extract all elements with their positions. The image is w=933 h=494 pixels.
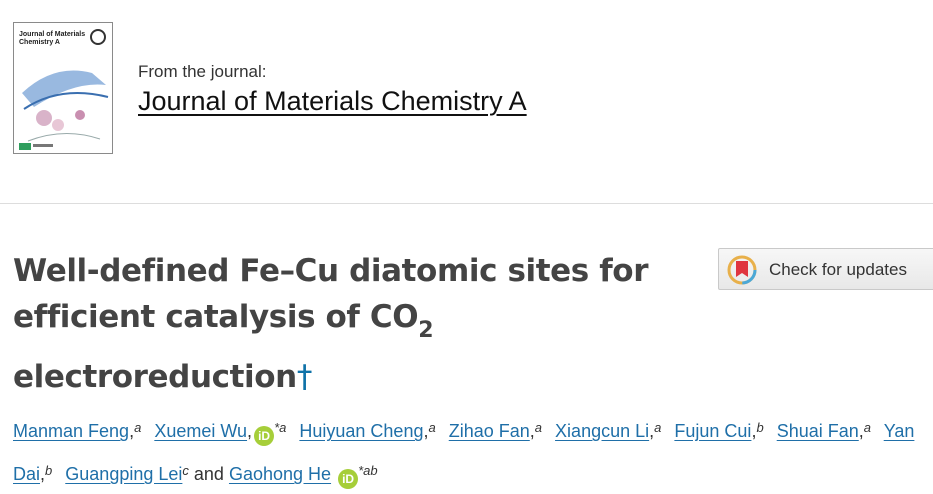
title-line-1: Well-defined Fe–Cu diatomic sites for <box>13 253 649 289</box>
author-link[interactable]: Manman Feng <box>13 421 129 441</box>
title-subscript: 2 <box>418 318 434 343</box>
affiliation-marker: a <box>654 420 662 435</box>
orcid-icon[interactable]: iD <box>338 469 359 489</box>
and-connector: and <box>193 464 224 484</box>
author-link[interactable]: Huiyuan Cheng <box>299 421 423 441</box>
article-title: Well-defined Fe–Cu diatomic sites for ef… <box>13 248 693 400</box>
journal-name-link[interactable]: Journal of Materials Chemistry A <box>138 86 527 117</box>
journal-header: Journal of Materials Chemistry A From th… <box>0 0 933 203</box>
orcid-icon[interactable]: iD <box>254 426 275 446</box>
esi-dagger-link[interactable]: † <box>297 359 313 395</box>
author-link[interactable]: Xiangcun Li <box>555 421 649 441</box>
journal-cover-image[interactable]: Journal of Materials Chemistry A <box>13 22 113 154</box>
affiliation-marker: a <box>134 420 142 435</box>
from-journal-label: From the journal: <box>138 62 267 81</box>
title-line-3: electroreduction <box>13 359 297 395</box>
cover-title: Journal of Materials Chemistry A <box>19 31 86 46</box>
affiliation-marker: a <box>534 420 543 435</box>
affiliation-marker: *a <box>274 420 287 435</box>
check-for-updates-label: Check for updates <box>769 260 907 279</box>
affiliation-marker: *ab <box>358 463 378 478</box>
author-link[interactable]: Zihao Fan <box>449 421 530 441</box>
author-link[interactable]: Xuemei Wu <box>154 421 247 441</box>
header-divider <box>0 203 933 204</box>
title-line-2: efficient catalysis of CO <box>13 299 419 335</box>
author-link[interactable]: Gaohong He <box>229 464 331 484</box>
crossmark-icon <box>727 255 757 285</box>
affiliation-marker: b <box>45 463 53 478</box>
affiliation-marker: a <box>428 420 436 435</box>
author-link[interactable]: Guangping Lei <box>65 464 182 484</box>
author-link[interactable]: Fujun Cui <box>674 421 751 441</box>
affiliation-marker: c <box>182 463 189 478</box>
check-for-updates-button[interactable]: Check for updates <box>718 248 933 290</box>
affiliation-marker: b <box>756 420 764 435</box>
author-list: Manman Feng,a Xuemei Wu, iD*a Huiyuan Che… <box>13 408 928 494</box>
author-link[interactable]: Shuai Fan <box>777 421 859 441</box>
affiliation-marker: a <box>863 420 872 435</box>
